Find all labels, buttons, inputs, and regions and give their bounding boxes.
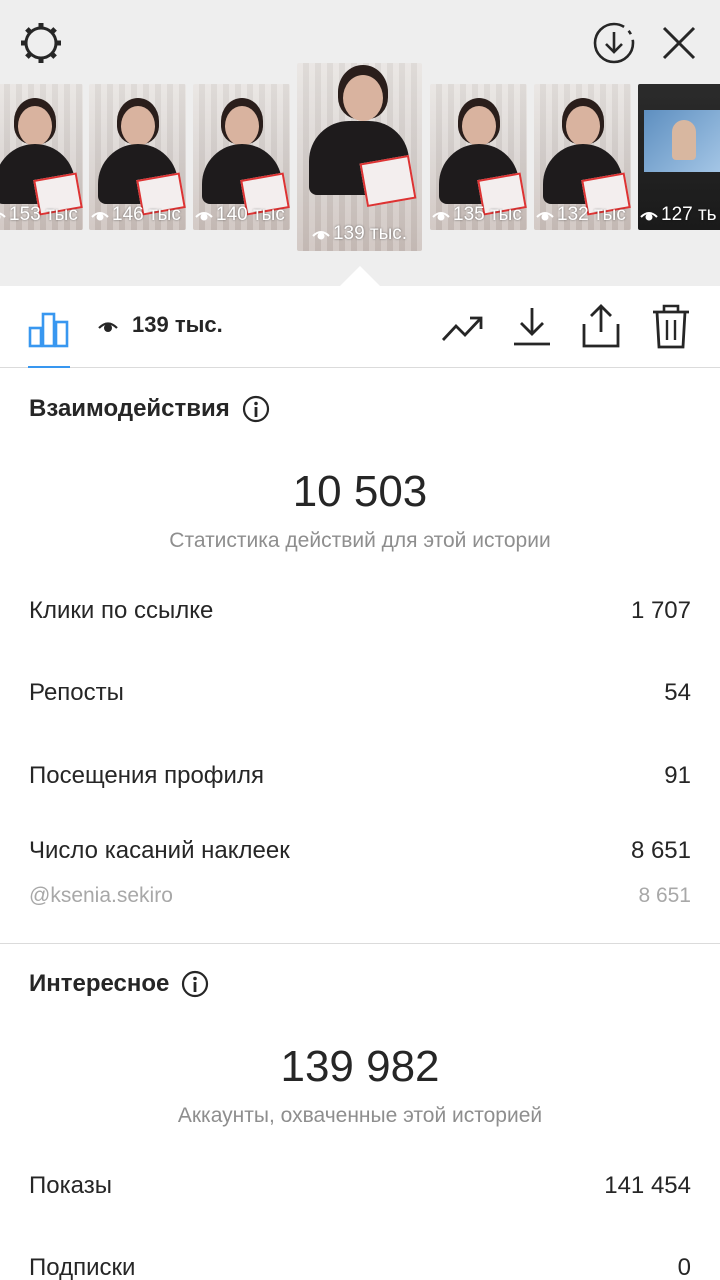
story-thumbnail[interactable]: 127 ть <box>638 84 720 230</box>
download-icon <box>514 308 550 346</box>
eye-icon <box>91 212 109 221</box>
interactions-total: 10 503 <box>292 467 428 516</box>
interactions-title: Взаимодействия <box>29 395 270 423</box>
reach-total: 139 982 <box>280 1042 440 1091</box>
discovery-section: Интересное 139 982 Аккаунты, охваченные … <box>0 943 720 1280</box>
thumbnail-views: 127 ть <box>638 204 720 226</box>
stat-row-follows: Подписки 0 <box>29 1254 691 1280</box>
bar-chart-icon <box>28 312 69 348</box>
eye-icon <box>640 212 658 221</box>
info-icon[interactable] <box>181 970 209 998</box>
discovery-title: Интересное <box>29 970 209 998</box>
story-thumbnail[interactable]: 153 тыс <box>0 84 83 230</box>
insights-toolbar: 139 тыс. <box>0 286 720 368</box>
thumbnail-views: 146 тыс <box>89 204 186 226</box>
stat-row-sticker-taps: Число касаний наклеек 8 651 <box>29 837 691 864</box>
story-thumbnails: 153 тыс 146 тыс 140 тыс 139 тыс. 135 тыс… <box>0 63 720 254</box>
settings-button[interactable] <box>18 20 64 66</box>
stat-row-sticker-mention[interactable]: @ksenia.sekiro 8 651 <box>29 884 691 908</box>
story-thumbnail[interactable]: 135 тыс <box>430 84 527 230</box>
story-thumbnail[interactable]: 140 тыс <box>193 84 290 230</box>
share-button[interactable] <box>580 302 622 350</box>
settings-icon <box>21 23 61 63</box>
thumbnail-views: 132 тыс <box>534 204 631 226</box>
interactions-section: Взаимодействия 10 503 Статистика действи… <box>0 369 720 941</box>
insights-tab-button[interactable] <box>28 306 70 348</box>
close-button[interactable] <box>656 20 702 66</box>
eye-icon <box>312 231 330 240</box>
trending-icon <box>441 316 483 341</box>
eye-icon <box>195 212 213 221</box>
thumbnail-views: 135 тыс <box>430 204 527 226</box>
reach-subtitle: Аккаунты, охваченные этой историей <box>177 1104 543 1127</box>
active-tab-indicator <box>28 366 70 368</box>
download-button[interactable] <box>512 304 552 350</box>
stat-row-profile-visits: Посещения профиля 91 <box>29 762 691 789</box>
story-strip-area: 153 тыс 146 тыс 140 тыс 139 тыс. 135 тыс… <box>0 0 720 286</box>
delete-button[interactable] <box>650 302 692 350</box>
eye-icon <box>432 212 450 221</box>
promote-button[interactable] <box>441 308 485 348</box>
close-icon <box>662 26 696 60</box>
selected-pointer <box>340 266 380 286</box>
stat-row-link-clicks: Клики по ссылке 1 707 <box>29 597 691 624</box>
story-thumbnail-selected[interactable]: 139 тыс. <box>297 63 422 251</box>
thumbnail-views: 153 тыс <box>0 204 83 226</box>
save-story-button[interactable] <box>590 19 638 67</box>
story-thumbnail[interactable]: 132 тыс <box>534 84 631 230</box>
info-icon[interactable] <box>242 395 270 423</box>
stat-row-impressions: Показы 141 454 <box>29 1172 691 1199</box>
eye-icon <box>98 322 118 332</box>
thumbnail-views: 139 тыс. <box>297 223 422 245</box>
share-icon <box>582 304 620 348</box>
views-count: 139 тыс. <box>98 312 223 338</box>
thumbnail-views: 140 тыс <box>193 204 290 226</box>
download-circle-icon <box>593 22 635 64</box>
trash-icon <box>653 304 689 349</box>
eye-icon <box>536 212 554 221</box>
stat-row-reposts: Репосты 54 <box>29 679 691 706</box>
interactions-subtitle: Статистика действий для этой истории <box>169 529 551 552</box>
eye-icon <box>0 212 6 219</box>
story-thumbnail[interactable]: 146 тыс <box>89 84 186 230</box>
